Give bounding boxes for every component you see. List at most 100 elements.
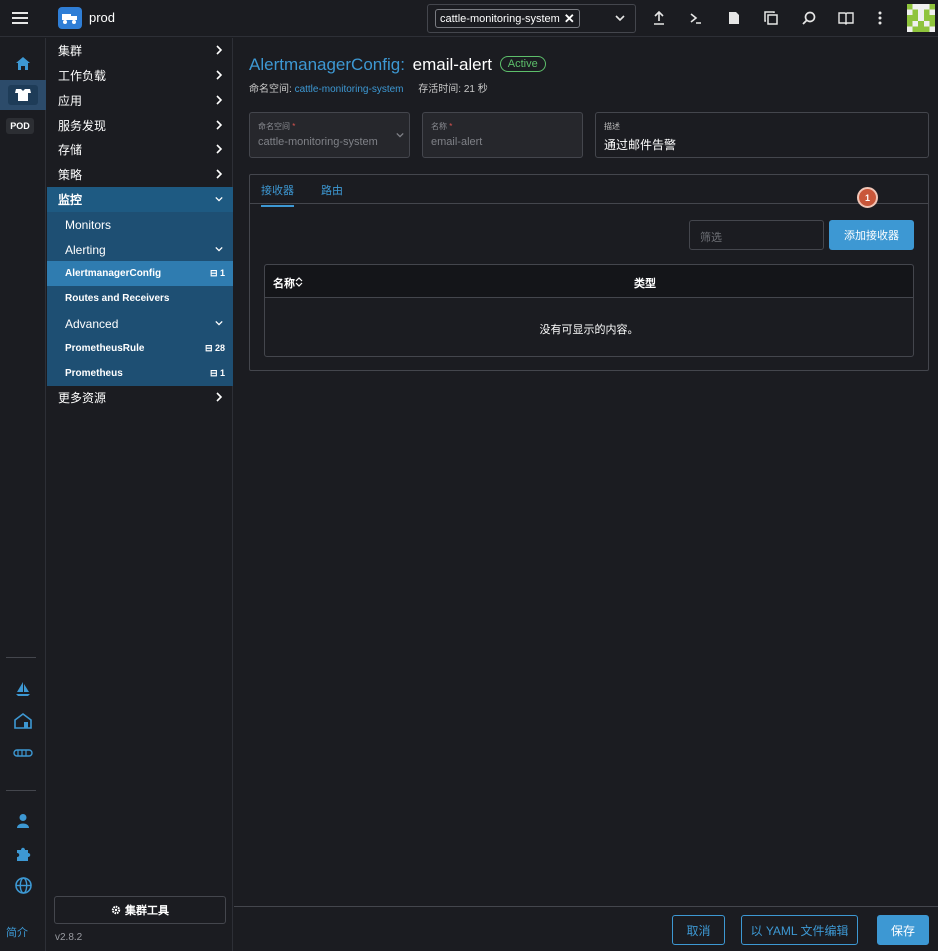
user-icon[interactable] bbox=[0, 806, 46, 836]
warehouse-icon[interactable] bbox=[0, 706, 46, 736]
save-button[interactable]: 保存 bbox=[877, 915, 929, 945]
upload-icon[interactable] bbox=[650, 9, 668, 27]
form-footer: 取消 以 YAML 文件编辑 保存 bbox=[234, 906, 938, 951]
nav-alerting[interactable]: Alerting bbox=[47, 237, 233, 262]
terminal-icon[interactable] bbox=[687, 9, 705, 27]
column-label: 名称 bbox=[273, 278, 295, 290]
description-field[interactable]: 描述 通过邮件告警 bbox=[595, 112, 929, 158]
book-icon[interactable] bbox=[837, 9, 855, 27]
puzzle-icon[interactable] bbox=[0, 838, 46, 868]
add-receiver-button[interactable]: 添加接收器 bbox=[829, 220, 914, 250]
nav-label: 存储 bbox=[58, 143, 83, 157]
chevron-right-icon bbox=[216, 392, 223, 402]
version-label: v2.8.2 bbox=[55, 932, 83, 943]
side-nav: 集群 工作负载 应用 服务发现 存储 策略 监控 Monitors Alerti… bbox=[47, 38, 233, 951]
nav-service-discovery[interactable]: 服务发现 bbox=[47, 113, 233, 138]
pod-shortcut[interactable]: POD bbox=[6, 118, 34, 134]
age-label: 存活时间: 21 秒 bbox=[418, 84, 488, 95]
nav-monitors[interactable]: Monitors bbox=[47, 212, 233, 237]
field-label-text: 名称 bbox=[431, 122, 447, 131]
edit-yaml-button[interactable]: 以 YAML 文件编辑 bbox=[741, 915, 858, 945]
cluster-explorer-icon[interactable] bbox=[0, 80, 46, 110]
namespace-chip: cattle-monitoring-system ✕ bbox=[435, 9, 580, 28]
top-header: prod cattle-monitoring-system ✕ bbox=[0, 0, 938, 37]
nav-alertmanager-config[interactable]: AlertmanagerConfig ⊟ 1 bbox=[47, 261, 233, 286]
nav-prometheus-rule[interactable]: PrometheusRule ⊟ 28 bbox=[47, 336, 233, 361]
required-mark: * bbox=[449, 122, 453, 131]
resource-count: ⊟ 1 bbox=[209, 268, 225, 278]
tab-bar: 接收器 路由 bbox=[250, 175, 928, 207]
resource-name: email-alert bbox=[412, 55, 493, 74]
main-content: AlertmanagerConfig: email-alert Active 命… bbox=[234, 38, 938, 906]
cluster-logo-icon bbox=[58, 7, 82, 29]
nav-label: Monitors bbox=[65, 217, 112, 232]
cluster-name: prod bbox=[89, 10, 116, 25]
nav-apps[interactable]: 应用 bbox=[47, 88, 233, 113]
namespace-value: cattle-monitoring-system bbox=[258, 136, 378, 148]
more-vert-icon[interactable] bbox=[871, 9, 889, 27]
chevron-right-icon bbox=[216, 45, 223, 55]
field-label: 描述 bbox=[604, 122, 620, 131]
namespace-link[interactable]: cattle-monitoring-system bbox=[295, 84, 404, 95]
nav-label: 集群 bbox=[58, 44, 83, 58]
nav-label: Prometheus bbox=[65, 368, 123, 379]
namespace-prefix: 命名空间: bbox=[249, 84, 292, 95]
table-header: 名称 类型 bbox=[265, 265, 913, 298]
namespace-field: 命名空间 * cattle-monitoring-system bbox=[249, 112, 410, 158]
nav-label: AlertmanagerConfig bbox=[65, 268, 162, 279]
namespace-chip-label: cattle-monitoring-system bbox=[440, 12, 560, 25]
nav-routes-receivers[interactable]: Routes and Receivers bbox=[47, 286, 233, 311]
nav-label: 工作负载 bbox=[58, 69, 107, 83]
resource-count: ⊟ 28 bbox=[204, 343, 225, 353]
about-link[interactable]: 简介 bbox=[6, 924, 28, 940]
nav-policy[interactable]: 策略 bbox=[47, 162, 233, 187]
chevron-down-icon[interactable] bbox=[615, 13, 625, 23]
description-value[interactable]: 通过邮件告警 bbox=[604, 136, 920, 153]
sailboat-icon[interactable] bbox=[0, 674, 46, 704]
nav-more-resources[interactable]: 更多资源 bbox=[47, 385, 233, 410]
name-value: email-alert bbox=[431, 136, 483, 148]
file-icon[interactable] bbox=[725, 9, 743, 27]
rail-divider bbox=[6, 657, 36, 658]
nav-cluster[interactable]: 集群 bbox=[47, 38, 233, 63]
step-marker: 1 bbox=[857, 187, 878, 208]
nav-monitoring[interactable]: 监控 bbox=[47, 187, 233, 212]
copy-icon[interactable] bbox=[762, 9, 780, 27]
chevron-down-icon bbox=[215, 196, 223, 202]
cluster-tools-label: 集群工具 bbox=[125, 905, 169, 917]
count-value: 28 bbox=[214, 343, 225, 353]
resource-type-link[interactable]: AlertmanagerConfig: bbox=[249, 55, 405, 74]
nav-prometheus[interactable]: Prometheus ⊟ 1 bbox=[47, 361, 233, 386]
nav-workload[interactable]: 工作负载 bbox=[47, 63, 233, 88]
tab-routes[interactable]: 路由 bbox=[321, 182, 343, 198]
name-field: 名称 * email-alert bbox=[422, 112, 583, 158]
status-badge: Active bbox=[499, 56, 546, 72]
tab-receivers[interactable]: 接收器 bbox=[261, 182, 294, 207]
nav-label: 更多资源 bbox=[58, 391, 107, 405]
chevron-right-icon bbox=[216, 144, 223, 154]
user-avatar[interactable] bbox=[907, 4, 935, 32]
network-icon[interactable] bbox=[0, 738, 46, 768]
search-icon[interactable] bbox=[800, 9, 818, 27]
cancel-button[interactable]: 取消 bbox=[672, 915, 725, 945]
chevron-right-icon bbox=[216, 95, 223, 105]
chip-remove-icon[interactable]: ✕ bbox=[564, 11, 575, 27]
nav-storage[interactable]: 存储 bbox=[47, 137, 233, 162]
column-name-header[interactable]: 名称 bbox=[273, 275, 303, 291]
column-type-header: 类型 bbox=[634, 278, 656, 290]
field-label: 名称 * bbox=[431, 121, 574, 132]
chevron-right-icon bbox=[216, 169, 223, 179]
home-icon[interactable] bbox=[0, 48, 46, 78]
globe-icon[interactable] bbox=[0, 870, 46, 900]
chevron-right-icon bbox=[216, 70, 223, 80]
tab-panel: 接收器 路由 筛选 添加接收器 1 名称 类型 没有可显示的内容。 bbox=[249, 174, 929, 371]
required-mark: * bbox=[292, 122, 296, 131]
menu-icon[interactable] bbox=[10, 9, 30, 27]
nav-advanced[interactable]: Advanced bbox=[47, 311, 233, 336]
filter-input[interactable]: 筛选 bbox=[689, 220, 824, 250]
gear-icon bbox=[111, 905, 121, 915]
namespace-filter-select[interactable]: cattle-monitoring-system ✕ bbox=[427, 4, 636, 33]
sort-icon bbox=[295, 277, 303, 287]
cluster-tools-button[interactable]: 集群工具 bbox=[54, 896, 226, 924]
chevron-down-icon bbox=[215, 246, 223, 252]
